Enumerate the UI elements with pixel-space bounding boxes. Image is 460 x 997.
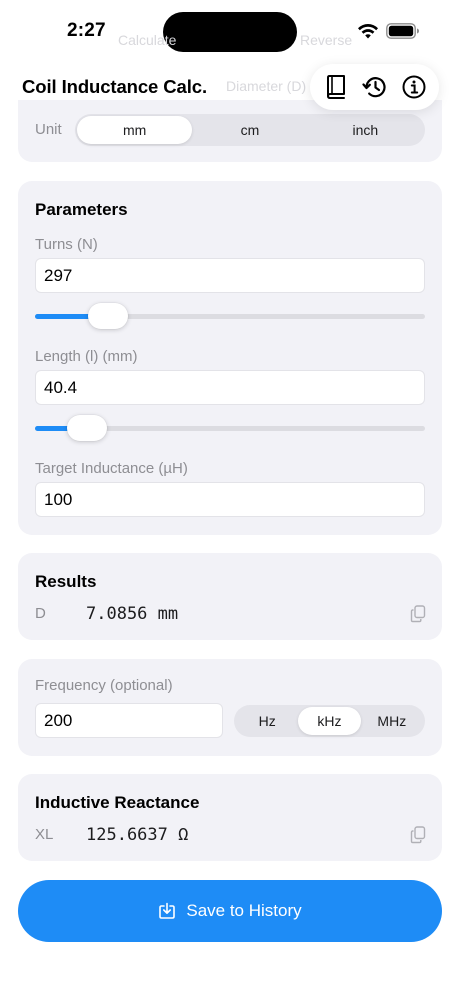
length-label: Length (l) (mm) — [35, 348, 138, 365]
ghost-calculate-text: Calculate — [118, 32, 177, 48]
turns-slider-thumb[interactable] — [87, 303, 128, 329]
reactance-card: Inductive Reactance XL 125.6637 Ω — [18, 774, 442, 861]
frequency-card: Frequency (optional) 200 Hz kHz MHz — [18, 659, 442, 756]
results-title: Results — [35, 572, 97, 591]
reactance-key: XL — [35, 826, 54, 843]
battery-icon — [386, 23, 419, 39]
result-value: 7.0856 mm — [86, 604, 179, 624]
frequency-label: Frequency (optional) — [35, 677, 173, 694]
reactance-title: Inductive Reactance — [35, 793, 200, 812]
save-icon — [159, 902, 176, 919]
ghost-diameter-text: Diameter (D) — [226, 78, 307, 94]
unit-option-cm[interactable]: cm — [192, 116, 307, 144]
unit-segmented-control: mm cm inch — [75, 114, 425, 146]
unit-option-inch[interactable]: inch — [308, 116, 423, 144]
copy-icon[interactable] — [410, 826, 426, 844]
frequency-unit-segmented-control: Hz kHz MHz — [234, 705, 425, 737]
turns-slider[interactable] — [35, 301, 425, 331]
turns-input[interactable]: 297 — [35, 258, 425, 293]
info-button[interactable] — [397, 70, 431, 104]
save-button-label: Save to History — [186, 901, 302, 920]
copy-icon[interactable] — [410, 605, 426, 623]
frequency-unit-hz[interactable]: Hz — [236, 707, 298, 735]
save-to-history-button[interactable]: Save to History — [18, 880, 442, 942]
target-inductance-input[interactable]: 100 — [35, 482, 425, 517]
unit-option-mm[interactable]: mm — [77, 116, 193, 144]
info-icon — [402, 75, 425, 99]
toolbar-actions — [310, 64, 439, 110]
history-icon — [361, 77, 386, 98]
parameters-title: Parameters — [35, 200, 128, 219]
turns-label: Turns (N) — [35, 236, 98, 253]
result-key: D — [35, 605, 46, 622]
status-time: 2:27 — [67, 20, 106, 41]
frequency-unit-khz[interactable]: kHz — [298, 707, 361, 735]
target-inductance-label: Target Inductance (µH) — [35, 460, 188, 477]
parameters-card: Parameters Turns (N) 297 Length (l) (mm)… — [18, 181, 442, 535]
length-slider[interactable] — [35, 413, 425, 443]
ghost-reverse-text: Reverse — [300, 32, 353, 48]
frequency-unit-mhz[interactable]: MHz — [361, 707, 423, 735]
length-input[interactable]: 40.4 — [35, 370, 425, 405]
wifi-icon — [358, 23, 378, 39]
frequency-input[interactable]: 200 — [35, 703, 223, 738]
history-button[interactable] — [358, 70, 392, 104]
reactance-value: 125.6637 Ω — [86, 825, 189, 845]
page-title: Coil Inductance Calc. — [22, 76, 207, 97]
results-card: Results D 7.0856 mm — [18, 553, 442, 640]
guide-button[interactable] — [319, 70, 353, 104]
length-slider-thumb[interactable] — [66, 415, 107, 441]
book-icon — [326, 75, 345, 99]
status-bar: 2:27 — [0, 0, 460, 62]
dynamic-island — [163, 12, 297, 52]
unit-label: Unit — [35, 121, 62, 138]
